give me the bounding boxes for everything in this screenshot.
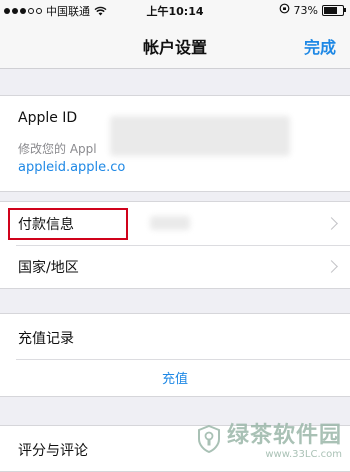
recharge-history-label: 充值记录: [18, 331, 74, 347]
watermark-text: 绿茶软件园: [226, 423, 342, 448]
chevron-right-icon: [325, 217, 338, 230]
recharge-history-row[interactable]: 充值记录: [0, 314, 350, 359]
recharge-action-row[interactable]: 充值: [0, 359, 350, 396]
done-button[interactable]: 完成: [304, 34, 336, 58]
status-bar: 中国联通 上午10:14 73%: [0, 0, 350, 20]
apple-id-section: Apple ID 修改您的 Appl appleid.apple.co: [0, 95, 350, 192]
battery-icon: [322, 4, 346, 16]
battery-percent: 73%: [293, 3, 318, 17]
payment-region-section: 付款信息 国家/地区: [0, 201, 350, 289]
navigation-bar: 帐户设置 完成: [0, 20, 350, 69]
region-row[interactable]: 国家/地区: [0, 245, 350, 288]
recharge-section: 充值记录 充值: [0, 313, 350, 397]
rating-label: 评分与评论: [18, 443, 88, 459]
chevron-right-icon: [325, 260, 338, 273]
apple-id-label: Apple ID: [18, 110, 78, 126]
apple-id-link[interactable]: appleid.apple.co: [18, 160, 125, 175]
battery-fill: [324, 6, 338, 14]
region-label: 国家/地区: [18, 260, 79, 276]
status-right: 73%: [279, 3, 346, 17]
orientation-lock-icon: [279, 3, 290, 17]
shield-logo-icon: [197, 424, 220, 453]
recharge-button[interactable]: 充值: [0, 368, 350, 387]
blurred-region: [110, 116, 290, 156]
payment-info-row[interactable]: 付款信息: [0, 202, 350, 245]
page-title: 帐户设置: [142, 38, 207, 57]
highlight-box: [8, 208, 128, 240]
blurred-region: [150, 216, 190, 230]
apple-id-description: 修改您的 Appl: [18, 142, 97, 156]
watermark-url: www.33LC.com: [265, 449, 342, 460]
watermark: 绿茶软件园 www.33LC.com: [197, 417, 342, 460]
